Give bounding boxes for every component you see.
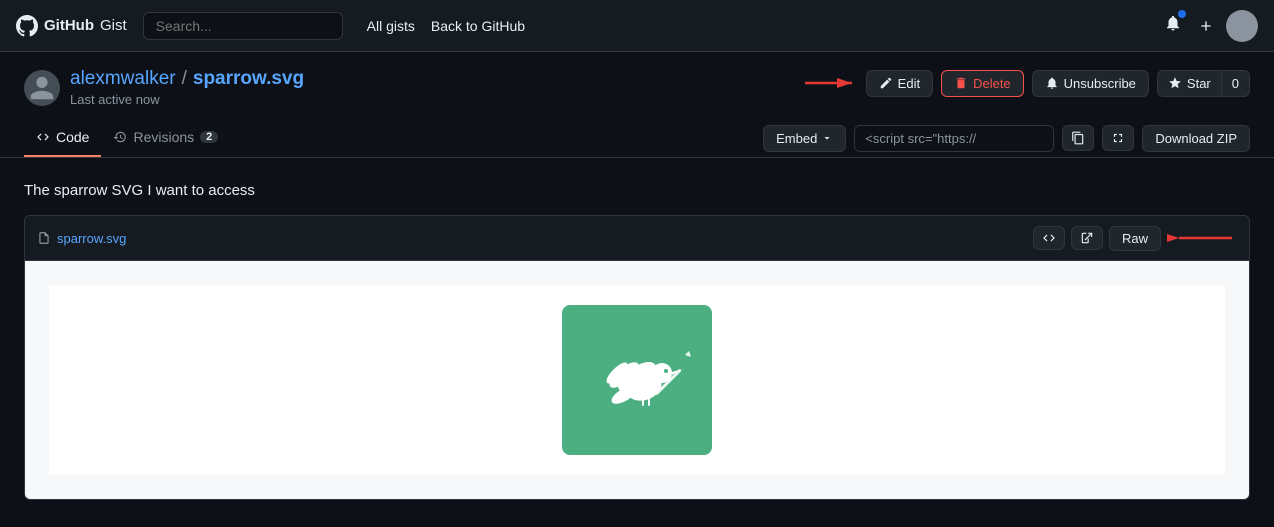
filename-link[interactable]: sparrow.svg xyxy=(193,68,304,90)
embed-button[interactable]: Embed xyxy=(763,125,846,152)
tab-code-label: Code xyxy=(56,129,89,145)
user-avatar[interactable] xyxy=(1226,10,1258,42)
sparrow-preview xyxy=(562,305,712,455)
octocat-icon xyxy=(16,15,38,37)
copy-button[interactable] xyxy=(1062,125,1094,151)
arrow-annotation xyxy=(800,68,860,98)
logo: GitHub Gist xyxy=(16,15,127,37)
embed-label: Embed xyxy=(776,131,817,146)
embed-input[interactable] xyxy=(854,125,1054,152)
plus-icon xyxy=(1198,18,1214,34)
main-header: GitHub Gist All gists Back to GitHub xyxy=(0,0,1274,52)
svg-preview-wrapper xyxy=(49,285,1225,475)
search-input[interactable] xyxy=(143,12,343,40)
expand-button[interactable] xyxy=(1102,125,1134,151)
gist-breadcrumb: alexmwalker / sparrow.svg Last active no… xyxy=(70,68,304,107)
tabs-bar: Code Revisions 2 Embed xyxy=(0,119,1274,158)
file-actions: Raw xyxy=(1033,226,1161,251)
external-link-icon xyxy=(1080,231,1094,245)
file-header: sparrow.svg Raw xyxy=(25,216,1249,261)
code-icon xyxy=(36,130,50,144)
chevron-down-icon xyxy=(821,132,833,144)
red-arrow-icon xyxy=(800,68,860,98)
delete-button[interactable]: Delete xyxy=(941,70,1024,97)
sparrow-svg xyxy=(582,325,692,435)
red-arrow-right-icon xyxy=(1167,224,1237,252)
tabs: Code Revisions 2 xyxy=(24,119,230,157)
star-count: 0 xyxy=(1221,71,1249,96)
gist-actions-area: Edit Delete Unsubscribe Star xyxy=(800,68,1250,98)
gist-user-avatar[interactable] xyxy=(24,70,60,106)
star-inner: Star xyxy=(1158,71,1221,96)
file-code-icon xyxy=(37,231,51,245)
all-gists-link[interactable]: All gists xyxy=(367,18,415,34)
view-code-button[interactable] xyxy=(1033,226,1065,250)
open-file-button[interactable] xyxy=(1071,226,1103,250)
gist-actions: Edit Delete Unsubscribe Star xyxy=(866,70,1250,97)
edit-label: Edit xyxy=(898,76,920,91)
chevron-down-icon xyxy=(1247,21,1257,31)
notifications-button[interactable] xyxy=(1160,10,1186,41)
main-content: The sparrow SVG I want to access sparrow… xyxy=(0,158,1274,524)
unsubscribe-label: Unsubscribe xyxy=(1064,76,1136,91)
raw-label: Raw xyxy=(1122,231,1148,246)
star-icon xyxy=(1168,76,1182,90)
star-label: Star xyxy=(1187,76,1211,91)
trash-icon xyxy=(954,76,968,90)
last-active: Last active now xyxy=(70,92,304,107)
user-icon xyxy=(1227,16,1247,36)
gist-name-line: alexmwalker / sparrow.svg xyxy=(70,68,304,90)
back-to-github-link[interactable]: Back to GitHub xyxy=(431,18,525,34)
revisions-badge: 2 xyxy=(200,131,218,143)
delete-label: Delete xyxy=(973,76,1011,91)
file-actions-wrapper: Raw xyxy=(1033,224,1237,252)
pencil-icon xyxy=(879,76,893,90)
copy-icon xyxy=(1071,131,1085,145)
tab-code[interactable]: Code xyxy=(24,119,101,157)
logo-github: GitHub xyxy=(44,17,94,34)
notification-badge xyxy=(1178,10,1186,18)
header-actions xyxy=(1160,10,1258,42)
main-nav: All gists Back to GitHub xyxy=(367,18,525,34)
tab-actions: Embed Download ZIP xyxy=(763,125,1250,152)
star-button[interactable]: Star 0 xyxy=(1157,70,1250,97)
gist-meta: alexmwalker / sparrow.svg Last active no… xyxy=(0,52,1274,107)
tab-revisions-label: Revisions xyxy=(133,129,194,145)
logo-gist: Gist xyxy=(100,17,127,34)
code-icon xyxy=(1042,231,1056,245)
raw-arrow-annotation xyxy=(1167,224,1237,252)
history-icon xyxy=(113,130,127,144)
avatar-icon xyxy=(28,74,56,102)
slash-separator: / xyxy=(182,68,187,90)
tab-revisions[interactable]: Revisions 2 xyxy=(101,119,230,157)
bell-off-icon xyxy=(1045,76,1059,90)
file-name: sparrow.svg xyxy=(57,231,126,246)
expand-icon xyxy=(1111,131,1125,145)
edit-button[interactable]: Edit xyxy=(866,70,933,97)
file-box: sparrow.svg Raw xyxy=(24,215,1250,500)
gist-description: The sparrow SVG I want to access xyxy=(24,182,1250,199)
download-zip-button[interactable]: Download ZIP xyxy=(1142,125,1250,152)
unsubscribe-button[interactable]: Unsubscribe xyxy=(1032,70,1149,97)
gist-title-area: alexmwalker / sparrow.svg Last active no… xyxy=(24,68,304,107)
username-link[interactable]: alexmwalker xyxy=(70,68,176,90)
raw-button[interactable]: Raw xyxy=(1109,226,1161,251)
file-content xyxy=(25,261,1249,499)
download-zip-label: Download ZIP xyxy=(1155,131,1237,146)
new-gist-button[interactable] xyxy=(1194,14,1218,38)
file-name-area: sparrow.svg xyxy=(37,231,126,246)
